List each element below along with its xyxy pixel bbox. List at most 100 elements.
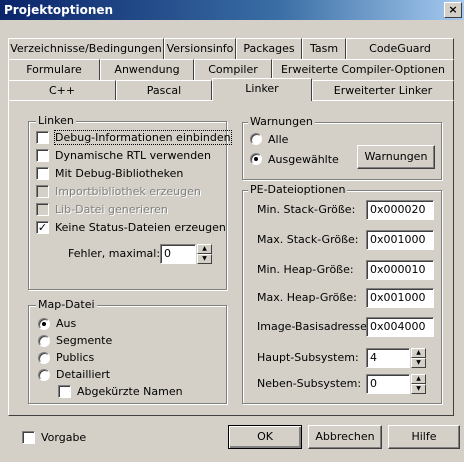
tab-label: Erweiterte Compiler-Optionen xyxy=(280,63,445,76)
spin-down-icon[interactable]: ▼ xyxy=(197,254,212,264)
hilfe-button[interactable]: Hilfe xyxy=(388,425,460,449)
tab-label: Linker xyxy=(245,82,279,95)
pe-label: Min. Stack-Größe: xyxy=(257,203,356,216)
tab-label: CodeGuard xyxy=(369,42,431,55)
checkbox-label: Debug-Informationen einbinden xyxy=(54,129,232,145)
spin-down-icon[interactable]: ▼ xyxy=(411,384,426,394)
tab-label: Anwendung xyxy=(114,63,180,76)
tab-anwendung[interactable]: Anwendung xyxy=(100,59,194,80)
radio-button[interactable] xyxy=(250,133,262,145)
radio-label: Aus xyxy=(56,317,77,330)
tab-label: Compiler xyxy=(208,63,258,76)
fehler-maximal-spinner[interactable]: ▲ ▼ xyxy=(197,244,212,264)
tab-label: Pascal xyxy=(146,84,182,97)
checkbox-label: Lib-Datei generieren xyxy=(55,202,168,216)
tab-tasm[interactable]: Tasm xyxy=(302,38,346,59)
check-icon: ✓ xyxy=(37,220,48,234)
checkbox-vorgabe[interactable]: Vorgabe xyxy=(22,428,86,446)
radio-label: Ausgewählte xyxy=(268,152,339,166)
ok-button[interactable]: OK xyxy=(228,425,302,449)
max-stack-input[interactable]: 0x001000 xyxy=(366,230,434,250)
group-linken-title: Linken xyxy=(36,114,76,127)
radio-button[interactable] xyxy=(38,368,50,381)
fehler-maximal-input[interactable]: 0 xyxy=(160,244,196,264)
checkbox-debug-bibliotheken[interactable]: Mit Debug-Bibliotheken xyxy=(36,164,226,182)
checkbox-keine-status-dateien[interactable]: ✓ Keine Status-Dateien erzeugen xyxy=(36,218,226,236)
tab-versionsinfo[interactable]: Versionsinfo xyxy=(164,38,236,59)
radio-map-detailliert[interactable]: Detailliert xyxy=(38,366,224,383)
checkbox-box[interactable]: ✓ xyxy=(36,220,49,234)
checkbox-box[interactable] xyxy=(36,148,49,162)
tab-verzeichnisse[interactable]: Verzeichnisse/Bedingungen xyxy=(8,38,164,59)
tab-label: Tasm xyxy=(309,42,339,55)
checkbox-box[interactable] xyxy=(22,430,35,444)
tab-compiler[interactable]: Compiler xyxy=(194,59,272,80)
radio-button[interactable] xyxy=(38,334,50,347)
checkbox-box[interactable] xyxy=(58,385,71,398)
neben-subsystem-spinner[interactable]: ▲ ▼ xyxy=(411,374,426,394)
radio-warnungen-alle[interactable]: Alle xyxy=(250,130,288,148)
checkbox-dynamische-rtl[interactable]: Dynamische RTL verwenden xyxy=(36,146,226,164)
radio-label: Segmente xyxy=(56,334,113,347)
neben-subsystem-label: Neben-Subsystem: xyxy=(257,377,362,390)
fehler-maximal-label: Fehler, maximal: xyxy=(68,247,161,260)
spin-up-icon[interactable]: ▲ xyxy=(197,244,212,254)
linken-options: Debug-Informationen einbinden Dynamische… xyxy=(36,128,232,236)
checkbox-label: Importbibliothek erzeugen xyxy=(55,184,201,198)
checkbox-box[interactable] xyxy=(36,130,49,144)
spin-up-icon[interactable]: ▲ xyxy=(411,348,426,358)
tab-linker[interactable]: Linker xyxy=(212,78,312,101)
tab-label: Verzeichnisse/Bedingungen xyxy=(10,42,162,55)
neben-subsystem-input[interactable]: 0 xyxy=(366,374,410,394)
checkbox-label: Abgekürzte Namen xyxy=(77,385,183,398)
radio-button[interactable] xyxy=(38,317,50,330)
checkbox-lib-datei: Lib-Datei generieren xyxy=(36,200,226,218)
radio-warnungen-ausgewaehlte[interactable]: Ausgewählte xyxy=(250,150,339,168)
close-icon: × xyxy=(448,3,458,16)
radio-map-publics[interactable]: Publics xyxy=(38,349,224,366)
radio-map-segmente[interactable]: Segmente xyxy=(38,332,224,349)
checkbox-label: Keine Status-Dateien erzeugen xyxy=(55,220,226,234)
close-button[interactable]: × xyxy=(444,2,462,18)
radio-label: Detailliert xyxy=(56,368,111,381)
checkbox-importbibliothek: Importbibliothek erzeugen xyxy=(36,182,226,200)
pe-label: Max. Stack-Größe: xyxy=(257,233,359,246)
tab-label: Versionsinfo xyxy=(166,42,234,55)
checkbox-box[interactable] xyxy=(36,166,49,180)
radio-map-aus[interactable]: Aus xyxy=(38,315,224,332)
tab-label: Erweiterter Linker xyxy=(333,84,433,97)
max-heap-input[interactable]: 0x001000 xyxy=(366,288,434,308)
checkbox-box xyxy=(36,184,49,198)
abbrechen-button[interactable]: Abbrechen xyxy=(308,425,382,449)
tab-cpp[interactable]: C++ xyxy=(8,80,116,101)
tab-formulare[interactable]: Formulare xyxy=(8,59,100,80)
haupt-subsystem-label: Haupt-Subsystem: xyxy=(257,351,359,364)
checkbox-abgekuerzte-namen[interactable]: Abgekürzte Namen xyxy=(38,383,224,400)
radio-button[interactable] xyxy=(38,351,50,364)
min-heap-input[interactable]: 0x000010 xyxy=(366,260,434,280)
checkbox-box xyxy=(36,202,49,216)
tab-erweiterte-compiler-optionen[interactable]: Erweiterte Compiler-Optionen xyxy=(272,59,454,80)
map-options: Aus Segmente Publics Detailliert Abgekür… xyxy=(38,315,224,400)
tab-pascal[interactable]: Pascal xyxy=(116,80,212,101)
tab-label: C++ xyxy=(48,84,76,97)
min-stack-input[interactable]: 0x000020 xyxy=(366,200,434,220)
pe-label: Image-Basisadresse: xyxy=(257,320,371,333)
spin-down-icon[interactable]: ▼ xyxy=(411,358,426,368)
warnungen-button[interactable]: Warnungen xyxy=(357,145,435,169)
radio-label: Alle xyxy=(268,132,289,146)
checkbox-label: Mit Debug-Bibliotheken xyxy=(55,166,184,180)
checkbox-debug-info[interactable]: Debug-Informationen einbinden xyxy=(36,128,232,146)
tab-codeguard[interactable]: CodeGuard xyxy=(346,38,454,59)
title-bar: Projektoptionen xyxy=(0,0,464,20)
haupt-subsystem-input[interactable]: 4 xyxy=(366,348,410,368)
tab-erweiterter-linker[interactable]: Erweiterter Linker xyxy=(312,80,454,101)
pe-label: Min. Heap-Größe: xyxy=(257,263,354,276)
tab-label: Packages xyxy=(243,42,295,55)
haupt-subsystem-spinner[interactable]: ▲ ▼ xyxy=(411,348,426,368)
tab-packages[interactable]: Packages xyxy=(236,38,302,59)
window-title: Projektoptionen xyxy=(4,3,114,17)
spin-up-icon[interactable]: ▲ xyxy=(411,374,426,384)
radio-button[interactable] xyxy=(250,153,262,165)
image-basisadresse-input[interactable]: 0x004000 xyxy=(366,317,434,337)
